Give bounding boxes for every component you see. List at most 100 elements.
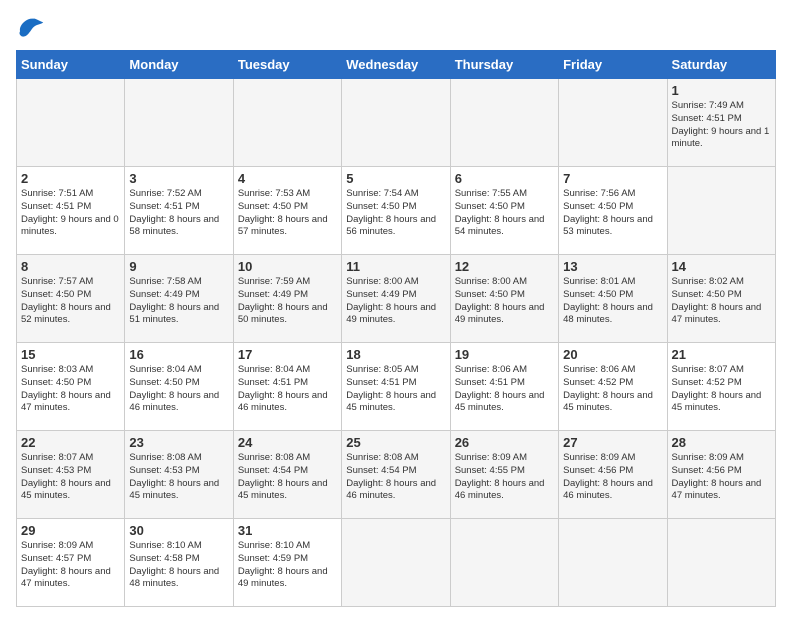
day-number: 3 xyxy=(129,171,228,186)
calendar-cell: 28 Sunrise: 8:09 AMSunset: 4:56 PMDayligh… xyxy=(667,431,775,519)
calendar-cell: 24Sunrise: 8:08 AMSunset: 4:54 PMDayligh… xyxy=(233,431,341,519)
calendar-cell xyxy=(233,79,341,167)
calendar-cell: 7 Sunrise: 7:56 AMSunset: 4:50 PMDaylight… xyxy=(559,167,667,255)
calendar-cell: 14 Sunrise: 8:02 AMSunset: 4:50 PMDayligh… xyxy=(667,255,775,343)
calendar-cell: 8 Sunrise: 7:57 AMSunset: 4:50 PMDaylight… xyxy=(17,255,125,343)
calendar-table: SundayMondayTuesdayWednesdayThursdayFrid… xyxy=(16,50,776,607)
calendar-cell xyxy=(450,79,558,167)
day-info: Sunrise: 7:59 AMSunset: 4:49 PMDaylight:… xyxy=(238,276,328,325)
day-info: Sunrise: 8:02 AMSunset: 4:50 PMDaylight:… xyxy=(672,276,762,325)
header-row: SundayMondayTuesdayWednesdayThursdayFrid… xyxy=(17,51,776,79)
calendar-cell xyxy=(342,79,450,167)
calendar-cell: 15 Sunrise: 8:03 AMSunset: 4:50 PMDayligh… xyxy=(17,343,125,431)
calendar-cell xyxy=(667,519,775,607)
calendar-week-3: 8 Sunrise: 7:57 AMSunset: 4:50 PMDaylight… xyxy=(17,255,776,343)
day-number: 8 xyxy=(21,259,120,274)
page-header xyxy=(16,16,776,38)
calendar-cell: 2Sunrise: 7:51 AMSunset: 4:51 PMDaylight… xyxy=(17,167,125,255)
day-info: Sunrise: 8:09 AMSunset: 4:56 PMDaylight:… xyxy=(672,452,762,501)
calendar-cell xyxy=(667,167,775,255)
day-number: 30 xyxy=(129,523,228,538)
calendar-cell: 13 Sunrise: 8:01 AMSunset: 4:50 PMDayligh… xyxy=(559,255,667,343)
calendar-cell: 20 Sunrise: 8:06 AMSunset: 4:52 PMDayligh… xyxy=(559,343,667,431)
day-info: Sunrise: 8:01 AMSunset: 4:50 PMDaylight:… xyxy=(563,276,653,325)
calendar-cell: 10 Sunrise: 7:59 AMSunset: 4:49 PMDayligh… xyxy=(233,255,341,343)
day-number: 21 xyxy=(672,347,771,362)
day-number: 5 xyxy=(346,171,445,186)
calendar-cell: 31 Sunrise: 8:10 AMSunset: 4:59 PMDayligh… xyxy=(233,519,341,607)
day-info: Sunrise: 7:56 AMSunset: 4:50 PMDaylight:… xyxy=(563,188,653,237)
calendar-week-5: 22Sunrise: 8:07 AMSunset: 4:53 PMDayligh… xyxy=(17,431,776,519)
calendar-cell: 27 Sunrise: 8:09 AMSunset: 4:56 PMDayligh… xyxy=(559,431,667,519)
header-day-monday: Monday xyxy=(125,51,233,79)
day-info: Sunrise: 8:10 AMSunset: 4:59 PMDaylight:… xyxy=(238,540,328,589)
day-info: Sunrise: 8:06 AMSunset: 4:52 PMDaylight:… xyxy=(563,364,653,413)
day-number: 1 xyxy=(672,83,771,98)
calendar-cell: 29 Sunrise: 8:09 AMSunset: 4:57 PMDayligh… xyxy=(17,519,125,607)
calendar-week-4: 15 Sunrise: 8:03 AMSunset: 4:50 PMDayligh… xyxy=(17,343,776,431)
day-info: Sunrise: 8:04 AMSunset: 4:50 PMDaylight:… xyxy=(129,364,219,413)
calendar-cell xyxy=(559,519,667,607)
day-number: 28 xyxy=(672,435,771,450)
day-info: Sunrise: 8:07 AMSunset: 4:52 PMDaylight:… xyxy=(672,364,762,413)
day-info: Sunrise: 8:08 AMSunset: 4:54 PMDaylight:… xyxy=(238,452,328,501)
calendar-cell: 23 Sunrise: 8:08 AMSunset: 4:53 PMDayligh… xyxy=(125,431,233,519)
calendar-week-2: 2Sunrise: 7:51 AMSunset: 4:51 PMDaylight… xyxy=(17,167,776,255)
day-number: 27 xyxy=(563,435,662,450)
day-info: Sunrise: 7:53 AMSunset: 4:50 PMDaylight:… xyxy=(238,188,328,237)
calendar-cell: 19Sunrise: 8:06 AMSunset: 4:51 PMDayligh… xyxy=(450,343,558,431)
calendar-cell: 17Sunrise: 8:04 AMSunset: 4:51 PMDayligh… xyxy=(233,343,341,431)
day-info: Sunrise: 8:07 AMSunset: 4:53 PMDaylight:… xyxy=(21,452,111,501)
calendar-cell: 25Sunrise: 8:08 AMSunset: 4:54 PMDayligh… xyxy=(342,431,450,519)
calendar-cell xyxy=(342,519,450,607)
day-info: Sunrise: 8:08 AMSunset: 4:53 PMDaylight:… xyxy=(129,452,219,501)
calendar-week-6: 29 Sunrise: 8:09 AMSunset: 4:57 PMDayligh… xyxy=(17,519,776,607)
calendar-cell: 16 Sunrise: 8:04 AMSunset: 4:50 PMDayligh… xyxy=(125,343,233,431)
day-number: 6 xyxy=(455,171,554,186)
calendar-cell xyxy=(450,519,558,607)
day-info: Sunrise: 8:09 AMSunset: 4:56 PMDaylight:… xyxy=(563,452,653,501)
day-number: 29 xyxy=(21,523,120,538)
day-info: Sunrise: 8:04 AMSunset: 4:51 PMDaylight:… xyxy=(238,364,328,413)
calendar-cell: 1Sunrise: 7:49 AMSunset: 4:51 PMDaylight… xyxy=(667,79,775,167)
calendar-cell: 22Sunrise: 8:07 AMSunset: 4:53 PMDayligh… xyxy=(17,431,125,519)
calendar-cell: 21 Sunrise: 8:07 AMSunset: 4:52 PMDayligh… xyxy=(667,343,775,431)
calendar-cell: 26Sunrise: 8:09 AMSunset: 4:55 PMDayligh… xyxy=(450,431,558,519)
day-info: Sunrise: 8:06 AMSunset: 4:51 PMDaylight:… xyxy=(455,364,545,413)
day-info: Sunrise: 7:57 AMSunset: 4:50 PMDaylight:… xyxy=(21,276,111,325)
header-day-sunday: Sunday xyxy=(17,51,125,79)
calendar-cell: 6 Sunrise: 7:55 AMSunset: 4:50 PMDaylight… xyxy=(450,167,558,255)
header-day-tuesday: Tuesday xyxy=(233,51,341,79)
calendar-cell: 12Sunrise: 8:00 AMSunset: 4:50 PMDayligh… xyxy=(450,255,558,343)
calendar-cell: 4Sunrise: 7:53 AMSunset: 4:50 PMDaylight… xyxy=(233,167,341,255)
day-number: 15 xyxy=(21,347,120,362)
day-info: Sunrise: 7:52 AMSunset: 4:51 PMDaylight:… xyxy=(129,188,219,237)
day-info: Sunrise: 8:09 AMSunset: 4:55 PMDaylight:… xyxy=(455,452,545,501)
calendar-cell: 11Sunrise: 8:00 AMSunset: 4:49 PMDayligh… xyxy=(342,255,450,343)
day-number: 7 xyxy=(563,171,662,186)
day-info: Sunrise: 7:51 AMSunset: 4:51 PMDaylight:… xyxy=(21,188,119,237)
day-number: 14 xyxy=(672,259,771,274)
day-number: 31 xyxy=(238,523,337,538)
calendar-week-1: 1Sunrise: 7:49 AMSunset: 4:51 PMDaylight… xyxy=(17,79,776,167)
day-info: Sunrise: 8:10 AMSunset: 4:58 PMDaylight:… xyxy=(129,540,219,589)
logo xyxy=(16,16,48,38)
calendar-cell xyxy=(559,79,667,167)
day-number: 13 xyxy=(563,259,662,274)
day-number: 23 xyxy=(129,435,228,450)
calendar-cell xyxy=(125,79,233,167)
day-info: Sunrise: 7:55 AMSunset: 4:50 PMDaylight:… xyxy=(455,188,545,237)
day-info: Sunrise: 8:00 AMSunset: 4:49 PMDaylight:… xyxy=(346,276,436,325)
day-number: 9 xyxy=(129,259,228,274)
logo-icon xyxy=(18,16,46,38)
day-info: Sunrise: 8:09 AMSunset: 4:57 PMDaylight:… xyxy=(21,540,111,589)
header-day-friday: Friday xyxy=(559,51,667,79)
header-day-thursday: Thursday xyxy=(450,51,558,79)
day-info: Sunrise: 8:03 AMSunset: 4:50 PMDaylight:… xyxy=(21,364,111,413)
day-info: Sunrise: 8:00 AMSunset: 4:50 PMDaylight:… xyxy=(455,276,545,325)
day-info: Sunrise: 7:54 AMSunset: 4:50 PMDaylight:… xyxy=(346,188,436,237)
day-info: Sunrise: 8:05 AMSunset: 4:51 PMDaylight:… xyxy=(346,364,436,413)
day-number: 16 xyxy=(129,347,228,362)
day-number: 20 xyxy=(563,347,662,362)
day-number: 10 xyxy=(238,259,337,274)
